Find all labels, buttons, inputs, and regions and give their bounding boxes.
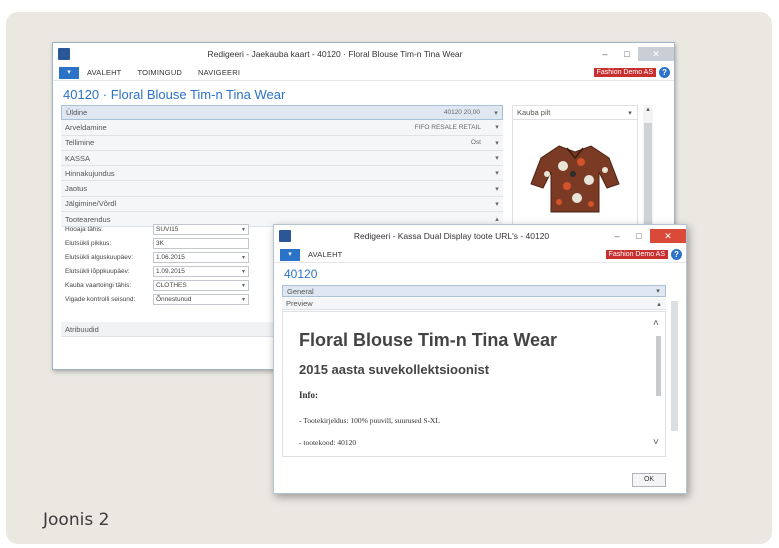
preview-product-code: - tootekood: 40120 <box>299 438 357 447</box>
preview-heading: Floral Blouse Tim-n Tina Wear <box>299 330 558 350</box>
fasttab-list: Üldine 40120 20,00 ▾ Arveldamine FIFO RE… <box>61 105 503 228</box>
app-icon <box>279 230 291 242</box>
menu-toimingud[interactable]: TOIMINGUD <box>137 68 182 77</box>
error-check-status-field[interactable]: Õnnestunud ▾ <box>153 293 249 305</box>
chevron-down-icon: ▾ <box>495 155 499 163</box>
page-title: 40120 · Floral Blouse Tim-n Tina Wear <box>63 87 286 102</box>
menu-avaleht[interactable]: AVALEHT <box>308 250 342 259</box>
dropdown-icon[interactable]: ▾ <box>242 296 245 303</box>
app-menu-button[interactable]: ▾ <box>280 248 300 261</box>
ok-button[interactable]: OK <box>632 473 666 487</box>
preview-info-label: Info: <box>299 390 319 400</box>
chevron-down-icon: ▾ <box>495 170 499 178</box>
fasttab-general[interactable]: General ▾ <box>282 285 666 297</box>
chevron-up-icon: ▴ <box>657 300 661 308</box>
field-row: Elutsükli alguskuupäev: 1.06.2015 ▾ <box>65 251 265 264</box>
dialog-title-bar: Redigeeri - Kassa Dual Display toote URL… <box>274 225 686 247</box>
item-category-field[interactable]: CLOTHES ▾ <box>153 279 249 291</box>
help-icon[interactable]: ? <box>659 67 670 78</box>
scroll-up-icon[interactable]: ▴ <box>643 105 653 113</box>
dropdown-icon[interactable]: ▾ <box>242 254 245 261</box>
menu-navigeeri[interactable]: NAVIGEERI <box>198 68 240 77</box>
chevron-down-icon: ▾ <box>494 109 498 117</box>
fasttab-pos[interactable]: KASSA ▾ <box>61 150 503 167</box>
lifecycle-end-field[interactable]: 1.09.2015 ▾ <box>153 265 249 277</box>
product-development-fields: Hooaja tähis: SUVI15 ▾ Elutsükli pikkus: … <box>65 223 265 307</box>
help-icon[interactable]: ? <box>671 249 682 260</box>
field-row: Hooaja tähis: SUVI15 ▾ <box>65 223 265 236</box>
preview-scrollbar[interactable]: ˄ ˅ <box>653 318 663 448</box>
window-title: Redigeeri - Jaekauba kaart - 40120 · Flo… <box>207 49 463 59</box>
title-bar: Redigeeri - Jaekauba kaart - 40120 · Flo… <box>53 43 674 65</box>
lifecycle-length-field[interactable]: 3K <box>153 237 249 249</box>
dropdown-icon[interactable]: ▾ <box>242 282 245 289</box>
season-code-field[interactable]: SUVI15 ▾ <box>153 223 249 235</box>
company-badge[interactable]: Fashion Demo AS <box>605 250 668 259</box>
scroll-up-icon[interactable]: ˄ <box>653 318 659 329</box>
dialog-scrollbar[interactable] <box>670 285 680 457</box>
item-picture <box>530 145 620 213</box>
chevron-down-icon: ▾ <box>495 200 499 208</box>
factbox-title: Kauba pilt <box>517 108 551 117</box>
app-icon <box>58 48 70 60</box>
preview-pane: Floral Blouse Tim-n Tina Wear 2015 aasta… <box>282 311 666 457</box>
maximize-icon[interactable]: □ <box>628 229 650 243</box>
fasttab-distribution[interactable]: Jaotus ▾ <box>61 181 503 197</box>
preview-description: - Tootekirjeldus: 100% puuvill, suurused… <box>299 416 440 425</box>
dual-display-dialog: Redigeeri - Kassa Dual Display toote URL… <box>273 224 687 494</box>
dialog-page-title: 40120 <box>284 267 318 281</box>
fasttab-pricing[interactable]: Hinnakujundus ▾ <box>61 166 503 182</box>
scroll-thumb[interactable] <box>656 336 661 396</box>
chevron-down-icon: ▾ <box>495 124 499 132</box>
scroll-thumb[interactable] <box>671 301 678 431</box>
chevron-down-icon: ▾ <box>495 139 499 147</box>
figure-caption: Joonis 2 <box>43 510 110 530</box>
company-badge[interactable]: Fashion Demo AS <box>593 68 656 77</box>
scroll-down-icon[interactable]: ˅ <box>653 437 659 448</box>
fasttab-invoicing[interactable]: Arveldamine FIFO RESALE RETAIL ▾ <box>61 120 503 136</box>
lifecycle-start-field[interactable]: 1.06.2015 ▾ <box>153 251 249 263</box>
fasttab-preview[interactable]: Preview ▴ <box>282 298 666 310</box>
chevron-down-icon[interactable]: ▾ <box>623 109 637 117</box>
menu-avaleht[interactable]: AVALEHT <box>87 68 121 77</box>
field-row: Elutsükli pikkus: 3K <box>65 237 265 250</box>
dialog-title: Redigeeri - Kassa Dual Display toote URL… <box>353 231 550 241</box>
close-icon[interactable]: ✕ <box>650 229 686 243</box>
preview-subheading: 2015 aasta suvekollektsioonist <box>299 362 490 377</box>
dialog-ribbon-menu: ▾ AVALEHT Fashion Demo AS ? <box>274 247 686 263</box>
fasttab-tracking[interactable]: Jälgimine/Võrdl ▾ <box>61 196 503 213</box>
app-menu-button[interactable]: ▾ <box>59 66 79 79</box>
chevron-down-icon: ▾ <box>495 185 499 193</box>
fasttab-general[interactable]: Üldine 40120 20,00 ▾ <box>61 105 503 121</box>
field-row: Kauba vaartoingi tähis: CLOTHES ▾ <box>65 279 265 292</box>
dropdown-icon[interactable]: ▾ <box>242 268 245 275</box>
close-icon[interactable]: ✕ <box>638 47 674 61</box>
field-row: Vigade kontrolli seisund: Õnnestunud ▾ <box>65 293 265 306</box>
dropdown-icon[interactable]: ▾ <box>242 226 245 233</box>
minimize-icon[interactable]: – <box>594 47 616 61</box>
chevron-up-icon: ▴ <box>495 216 499 224</box>
scroll-thumb[interactable] <box>644 123 652 233</box>
maximize-icon[interactable]: □ <box>616 47 638 61</box>
field-row: Elutsükli lõppkuupäev: 1.09.2015 ▾ <box>65 265 265 278</box>
chevron-down-icon: ▾ <box>656 288 660 295</box>
ribbon-menu: ▾ AVALEHT TOIMINGUD NAVIGEERI Fashion De… <box>53 65 674 81</box>
fasttab-ordering[interactable]: Tellimine Ost ▾ <box>61 135 503 151</box>
minimize-icon[interactable]: – <box>606 229 628 243</box>
